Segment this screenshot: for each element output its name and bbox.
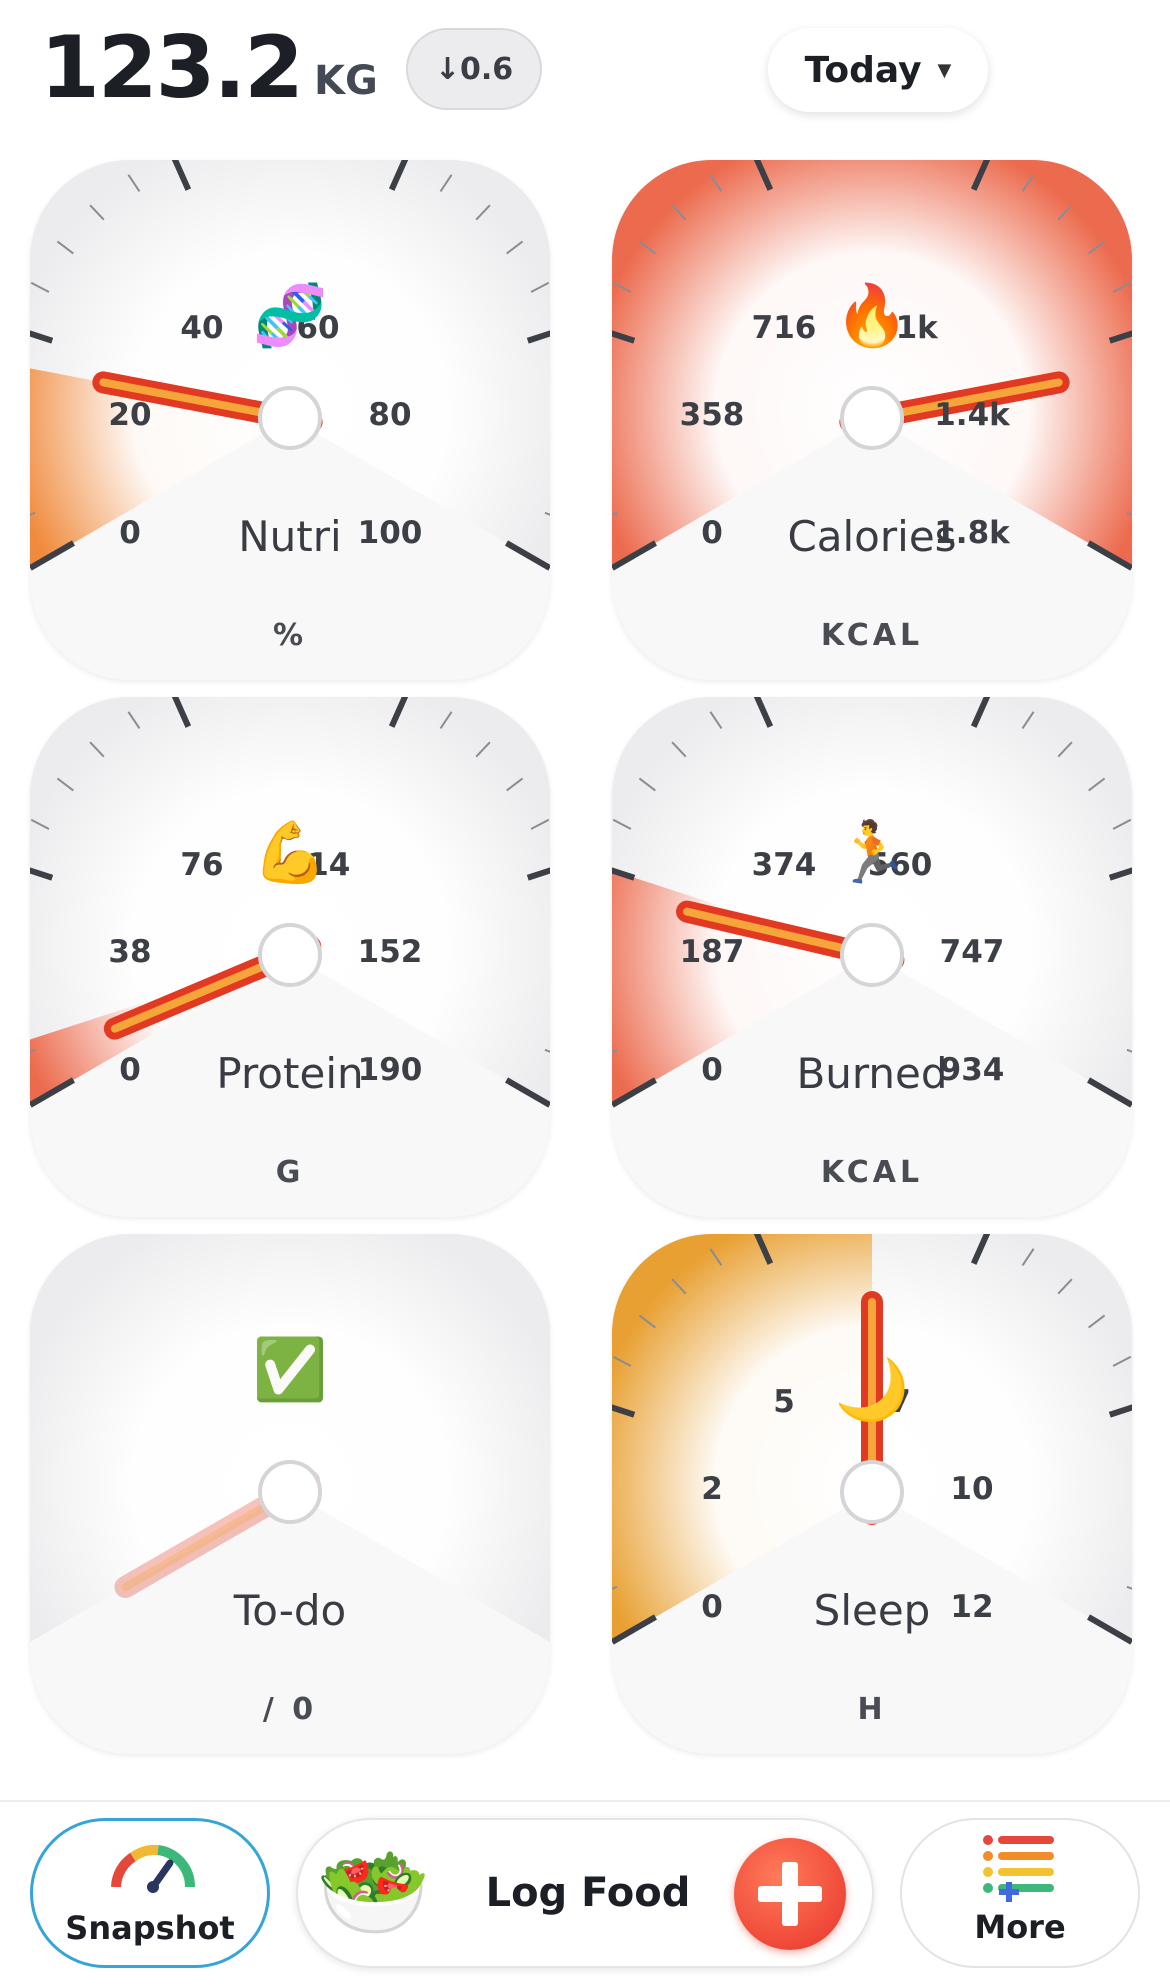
chevron-down-icon: ▼	[937, 59, 952, 81]
gauge-unit: KCAL	[820, 1155, 924, 1190]
period-dropdown[interactable]: Today ▼	[768, 28, 988, 112]
gauge-name: Nutri	[238, 512, 342, 561]
calories-icon: 🔥	[834, 281, 910, 351]
gauge-card-todo[interactable]: ✅ To-do / 0	[30, 1234, 550, 1754]
snapshot-button[interactable]: Snapshot	[30, 1818, 270, 1968]
weight-unit: KG	[314, 58, 378, 104]
log-food-label: Log Food	[485, 1870, 691, 1916]
gauge-unit: KCAL	[820, 618, 924, 653]
burned-icon: 🏃	[834, 818, 910, 888]
weight-value: 123.2	[40, 18, 304, 118]
gauge-hub	[258, 386, 322, 450]
gauge-tick-label: 5	[773, 1384, 795, 1420]
gauge-tick-label: 40	[180, 310, 224, 346]
gauge-name: Protein	[216, 1049, 364, 1098]
speedometer-icon	[111, 1844, 196, 1893]
more-label: More	[974, 1908, 1066, 1946]
gauge-unit: / 0	[262, 1692, 318, 1727]
sleep-icon: 🌙	[834, 1355, 910, 1425]
gauge-name: Sleep	[813, 1586, 931, 1635]
list-icon	[983, 1835, 1054, 1902]
gauge-unit: %	[272, 618, 308, 653]
gauge-unit: H	[857, 1692, 887, 1727]
header: 123.2 KG ↓0.6 Today ▼	[0, 0, 1170, 150]
gauge-tick-label: 747	[939, 934, 1005, 970]
gauge-tick-label: 38	[108, 934, 152, 970]
gauge-unit: G	[275, 1155, 305, 1190]
gauge-name: Calories	[787, 512, 957, 561]
snapshot-label: Snapshot	[65, 1909, 235, 1947]
gauge-tick-label: 20	[108, 397, 152, 433]
gauge-tick-label: 716	[751, 310, 817, 346]
gauge-tick-label: 10	[950, 1471, 994, 1507]
salad-bowl-icon: 🥗	[316, 1839, 431, 1946]
gauge-card-calories[interactable]: 0 358 716 1.1k 1.4k 1.8k 🔥 Calories KCAL	[612, 160, 1132, 680]
gauge-hub	[840, 1460, 904, 1524]
gauge-card-burned[interactable]: 0 187 374 560 747 934 🏃 Burned KCAL	[612, 697, 1132, 1217]
gauge-hub	[258, 923, 322, 987]
gauge-tick-label: 358	[679, 397, 745, 433]
gauge-card-protein[interactable]: 0 38 76 114 152 190 💪 Protein G	[30, 697, 550, 1217]
gauge-name: To-do	[233, 1586, 347, 1635]
gauge-card-sleep[interactable]: 0 2 5 7 10 12 🌙 Sleep H	[612, 1234, 1132, 1754]
gauge-hub	[258, 1460, 322, 1524]
todo-icon: ✅	[252, 1335, 328, 1405]
gauge-card-nutri[interactable]: 0 20 40 60 80 100 🧬 Nutri%	[30, 160, 550, 680]
nutri-icon: 🧬	[252, 281, 328, 351]
gauge-tick-label: 187	[679, 934, 745, 970]
more-button[interactable]: More	[900, 1818, 1140, 1968]
log-food-button[interactable]: 🥗 Log Food	[296, 1818, 874, 1968]
plus-icon[interactable]	[734, 1838, 846, 1950]
gauge-tick-label: 1.4k	[934, 397, 1010, 433]
gauge-tick-label: 80	[368, 397, 412, 433]
gauge-hub	[840, 386, 904, 450]
gauge-hub	[840, 923, 904, 987]
gauge-tick-label: 152	[357, 934, 423, 970]
bottom-bar: Snapshot 🥗 Log Food More	[0, 1800, 1170, 1985]
weight-delta-badge[interactable]: ↓0.6	[406, 28, 542, 110]
period-label: Today	[804, 49, 922, 91]
gauge-tick-label: 374	[751, 847, 817, 883]
gauge-tick-label: 76	[180, 847, 224, 883]
protein-icon: 💪	[252, 818, 328, 888]
gauge-dial	[30, 1234, 550, 1754]
gauge-tick-label: 2	[701, 1471, 723, 1507]
gauge-name: Burned	[796, 1049, 948, 1098]
